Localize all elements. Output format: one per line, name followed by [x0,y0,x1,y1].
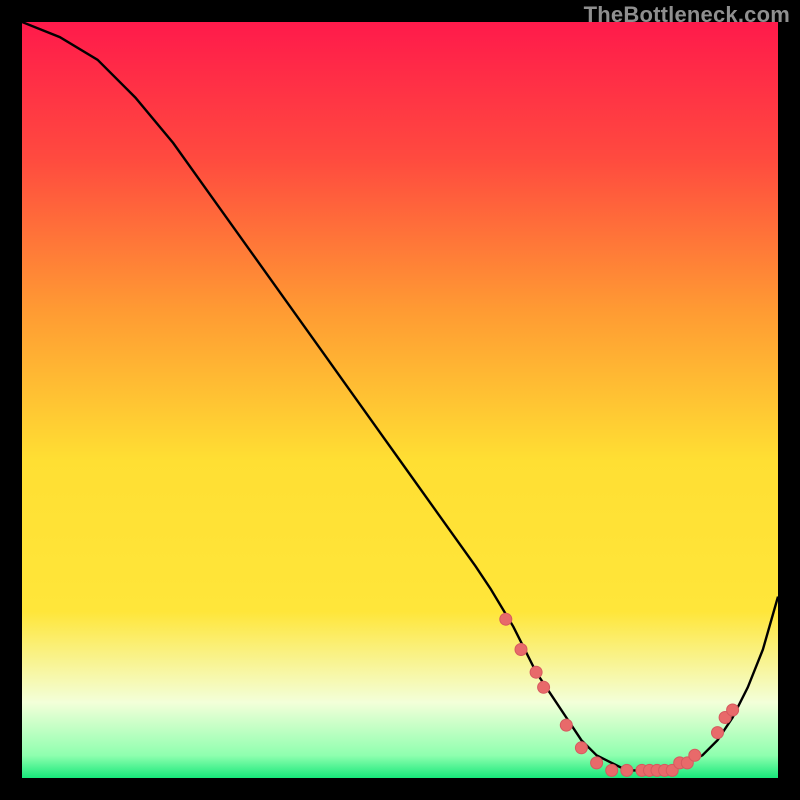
data-marker [530,666,542,678]
data-marker [500,613,512,625]
chart-svg [22,22,778,778]
data-marker [538,681,550,693]
watermark-label: TheBottleneck.com [584,2,790,28]
data-marker [712,727,724,739]
data-marker [606,764,618,776]
data-marker [591,757,603,769]
data-marker [560,719,572,731]
data-marker [621,764,633,776]
plot-area [22,22,778,778]
data-marker [575,742,587,754]
data-marker [689,749,701,761]
data-marker [515,644,527,656]
chart-stage: TheBottleneck.com [0,0,800,800]
gradient-background [22,22,778,778]
data-marker [727,704,739,716]
